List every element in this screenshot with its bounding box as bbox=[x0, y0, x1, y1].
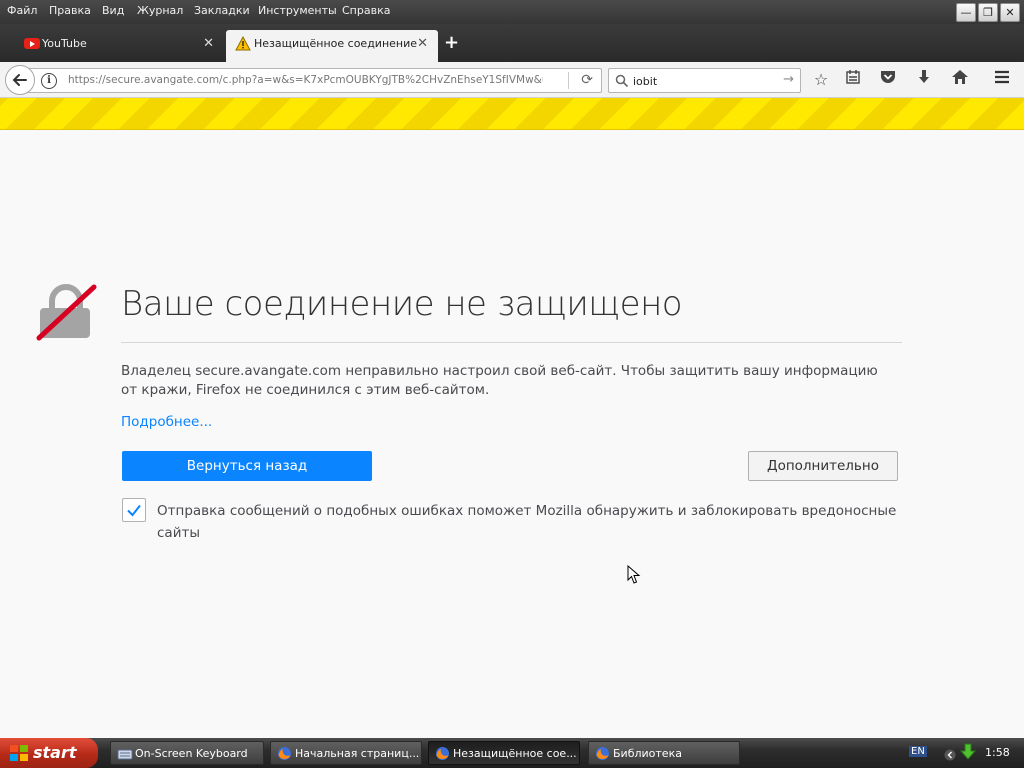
url-separator bbox=[568, 72, 569, 89]
search-input[interactable]: iobit bbox=[633, 75, 657, 88]
site-info-icon[interactable]: i bbox=[41, 73, 57, 89]
taskbar-item-on-screen-keyboard[interactable]: On-Screen Keyboard bbox=[110, 741, 264, 765]
url-bar[interactable]: i https://secure.avangate.com/c.php?a=w&… bbox=[26, 68, 602, 93]
taskbar-item-label: Начальная страниц... bbox=[295, 747, 420, 760]
report-errors-checkbox[interactable] bbox=[122, 498, 146, 522]
firefox-icon bbox=[277, 746, 292, 765]
menu-help[interactable]: Справка bbox=[342, 4, 390, 17]
tab-insecure-connection[interactable]: Незащищённое соединение ✕ bbox=[226, 30, 438, 62]
search-go-icon[interactable]: → bbox=[783, 72, 794, 87]
tab-close-button[interactable]: ✕ bbox=[203, 36, 214, 51]
menu-history[interactable]: Журнал bbox=[137, 4, 183, 17]
minimize-button[interactable]: — bbox=[956, 3, 976, 22]
title-divider bbox=[121, 342, 902, 343]
close-window-button[interactable]: ✕ bbox=[1000, 3, 1020, 22]
tab-youtube[interactable]: YouTube ✕ bbox=[14, 30, 224, 62]
warning-stripe bbox=[0, 98, 1024, 130]
bookmarks-menu-icon[interactable] bbox=[842, 69, 864, 91]
search-icon bbox=[615, 73, 629, 92]
taskbar: start On-Screen Keyboard Начальная стран… bbox=[0, 738, 1024, 768]
taskbar-item-label: Библиотека bbox=[613, 747, 682, 760]
taskbar-item-library[interactable]: Библиотека bbox=[588, 741, 740, 765]
downloads-icon[interactable] bbox=[913, 69, 935, 91]
tab-title: Незащищённое соединение bbox=[254, 37, 418, 50]
go-back-button[interactable]: Вернуться назад bbox=[122, 451, 372, 481]
url-text[interactable]: https://secure.avangate.com/c.php?a=w&s=… bbox=[68, 74, 543, 86]
menu-tools[interactable]: Инструменты bbox=[258, 4, 337, 17]
navigation-toolbar: i https://secure.avangate.com/c.php?a=w&… bbox=[0, 62, 1024, 98]
download-tray-icon[interactable] bbox=[959, 743, 977, 765]
menu-bookmarks[interactable]: Закладки bbox=[194, 4, 250, 17]
reload-icon[interactable]: ⟳ bbox=[581, 72, 593, 88]
language-indicator[interactable]: EN bbox=[909, 746, 927, 757]
windows-logo-icon bbox=[9, 744, 29, 766]
window-controls: — ❐ ✕ bbox=[956, 3, 1020, 22]
advanced-button[interactable]: Дополнительно bbox=[748, 451, 898, 481]
report-errors-label: Отправка сообщений о подобных ошибках по… bbox=[157, 503, 897, 541]
restore-button[interactable]: ❐ bbox=[978, 3, 998, 22]
tab-close-button[interactable]: ✕ bbox=[417, 36, 428, 51]
learn-more-link[interactable]: Подробнее... bbox=[121, 414, 212, 430]
error-title: Ваше соединение не защищено bbox=[121, 284, 683, 324]
pocket-icon[interactable] bbox=[877, 69, 899, 91]
search-bar[interactable]: iobit → bbox=[608, 68, 801, 93]
start-button[interactable]: start bbox=[0, 738, 98, 768]
youtube-icon bbox=[24, 38, 40, 49]
menu-file[interactable]: Файл bbox=[7, 4, 37, 17]
error-description: Владелец secure.avangate.com неправильно… bbox=[121, 363, 878, 398]
new-tab-button[interactable]: + bbox=[444, 32, 459, 53]
firefox-icon bbox=[595, 746, 610, 765]
bookmark-star-icon[interactable]: ☆ bbox=[810, 69, 832, 91]
broken-lock-icon bbox=[36, 283, 98, 345]
mouse-cursor-icon bbox=[627, 564, 641, 589]
start-label: start bbox=[33, 743, 77, 762]
system-tray: EN 1:58 bbox=[900, 738, 1024, 768]
home-icon[interactable] bbox=[949, 69, 971, 91]
clock: 1:58 bbox=[985, 746, 1010, 759]
checkmark-icon bbox=[127, 504, 141, 517]
tab-strip: YouTube ✕ Незащищённое соединение ✕ + bbox=[0, 24, 1024, 62]
back-button[interactable] bbox=[5, 65, 35, 95]
warning-icon bbox=[235, 35, 251, 55]
taskbar-item-label: On-Screen Keyboard bbox=[135, 747, 248, 760]
back-arrow-icon bbox=[12, 74, 27, 86]
taskbar-item-label: Незащищённое сое... bbox=[453, 747, 577, 760]
tab-title: YouTube bbox=[42, 37, 87, 50]
keyboard-icon bbox=[117, 746, 133, 765]
menu-bar: Файл Правка Вид Журнал Закладки Инструме… bbox=[0, 0, 1024, 24]
tray-expand-icon[interactable] bbox=[944, 746, 956, 765]
menu-edit[interactable]: Правка bbox=[49, 4, 91, 17]
taskbar-item-insecure-connection[interactable]: Незащищённое сое... bbox=[428, 741, 580, 765]
taskbar-item-home-page[interactable]: Начальная страниц... bbox=[270, 741, 422, 765]
menu-view[interactable]: Вид bbox=[102, 4, 124, 17]
firefox-icon bbox=[435, 746, 450, 765]
hamburger-menu-icon[interactable] bbox=[991, 69, 1013, 91]
